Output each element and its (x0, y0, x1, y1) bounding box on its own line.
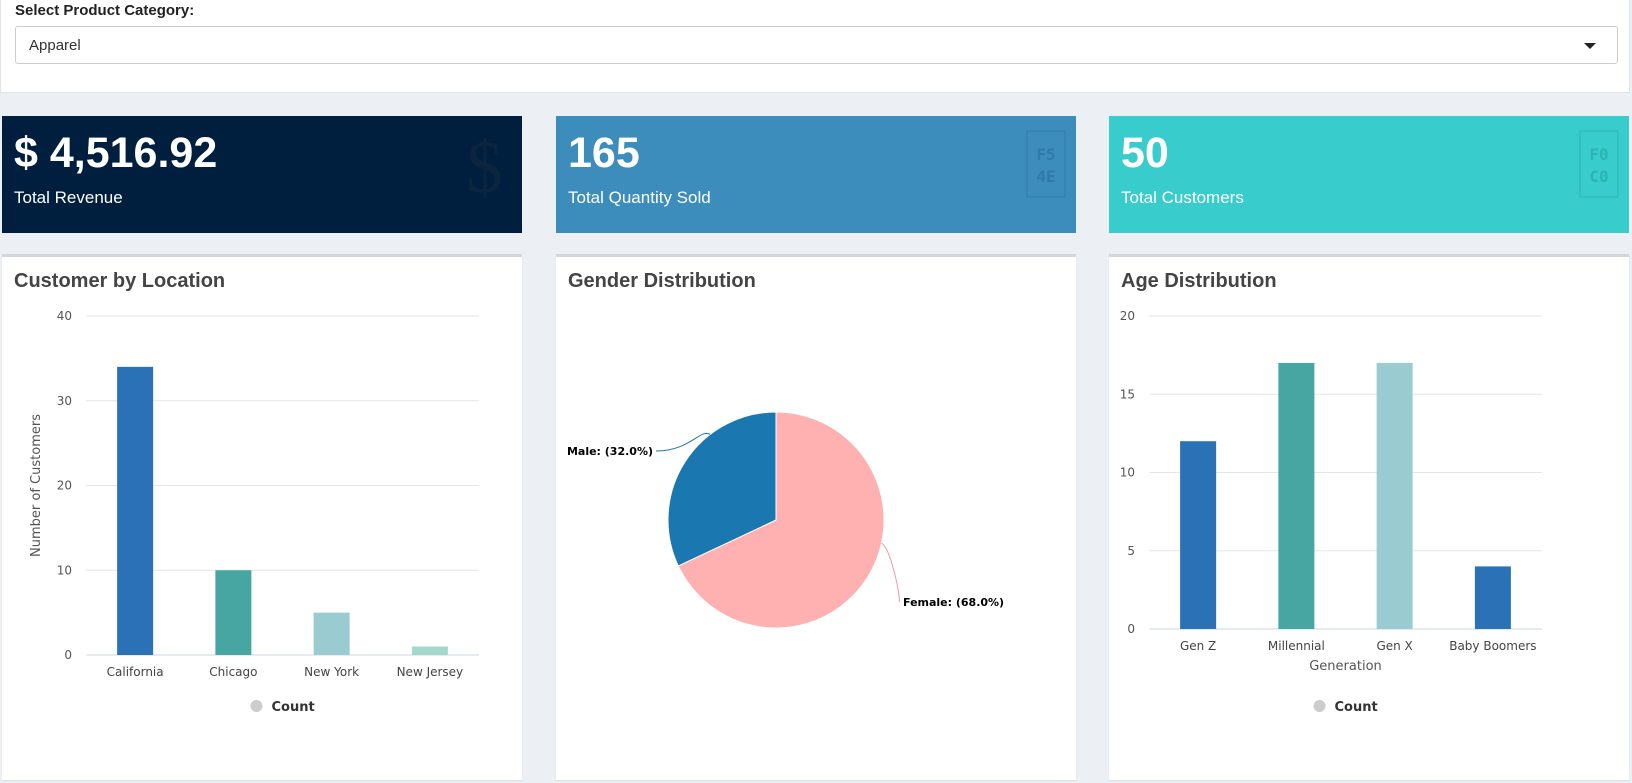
y-tick-label: 30 (57, 394, 72, 408)
x-tick-label: Gen Z (1180, 639, 1216, 653)
value-box-subtitle: Total Revenue (14, 188, 123, 207)
value-box-revenue: $ 4,516.92 Total Revenue $ (2, 116, 522, 233)
y-tick-label: 10 (57, 563, 72, 577)
code-glyph-icon: F0 C0 (1579, 130, 1619, 198)
y-axis-title: Number of Customers (29, 414, 44, 557)
x-tick-label: New York (304, 665, 359, 679)
value-box-value: 50 (1121, 129, 1169, 177)
x-tick-label: Gen X (1376, 639, 1412, 653)
value-box-subtitle: Total Quantity Sold (568, 188, 711, 207)
x-tick-label: New Jersey (397, 665, 464, 679)
x-tick-label: Chicago (209, 665, 257, 679)
y-tick-label: 20 (1120, 309, 1135, 323)
legend-marker (1313, 700, 1326, 712)
bar (215, 570, 252, 655)
x-tick-label: California (107, 665, 164, 679)
icon-glyph-text: F0 (1589, 145, 1608, 164)
legend-marker (250, 700, 263, 712)
pie-connector (881, 542, 900, 603)
icon-glyph-text: C0 (1589, 167, 1608, 186)
value-box-customers: 50 Total Customers F0 C0 (1109, 116, 1629, 233)
gender-pie-chart: Male: (32.0%) Female: (68.0%) (567, 411, 1004, 629)
y-tick-label: 15 (1120, 387, 1135, 401)
filter-label: Select Product Category: (15, 2, 195, 19)
value-box-subtitle: Total Customers (1121, 188, 1244, 207)
y-tick-label: 0 (1127, 622, 1135, 636)
bar (1278, 362, 1315, 629)
y-tick-label: 5 (1127, 544, 1135, 558)
bar (117, 366, 154, 655)
value-box-quantity: 165 Total Quantity Sold F5 4E (556, 116, 1076, 233)
icon-glyph-text: F5 (1036, 145, 1055, 164)
legend-label: Count (1335, 700, 1378, 715)
product-category-select[interactable]: Apparel (15, 26, 1618, 64)
chevron-down-icon (1584, 43, 1596, 49)
bar (411, 646, 448, 655)
bar (313, 612, 350, 655)
dollar-icon: $ (466, 130, 503, 206)
y-tick-label: 20 (57, 479, 72, 493)
icon-glyph-text: 4E (1036, 167, 1055, 186)
age-bar-chart: 0 5 10 15 20 Gen Z Millennial Gen X Baby Boomers… (1120, 309, 1542, 715)
x-tick-label: Millennial (1268, 639, 1325, 653)
value-box-value: 165 (568, 129, 640, 177)
pie-label: Male: (32.0%) (567, 445, 653, 458)
x-axis-title: Generation (1309, 659, 1382, 674)
pie-label: Female: (68.0%) (903, 596, 1004, 609)
bar (1376, 362, 1413, 629)
y-tick-label: 40 (57, 309, 72, 323)
location-bar-chart: 0 10 20 30 40 California Chicago New York New Je… (29, 309, 479, 715)
y-tick-label: 10 (1120, 466, 1135, 480)
value-box-value: $ 4,516.92 (14, 129, 218, 177)
y-tick-label: 0 (64, 648, 72, 662)
x-tick-label: Baby Boomers (1449, 639, 1536, 653)
filter-panel: Select Product Category: Apparel (0, 0, 1630, 93)
select-value: Apparel (29, 37, 81, 54)
bar (1180, 441, 1217, 629)
gender-chart-card: Gender Distribution Male: (32.0%) Female:… (556, 254, 1076, 780)
bar (1474, 566, 1511, 629)
age-chart-card: Age Distribution 0 5 10 15 20 Gen Z Millennial… (1109, 254, 1629, 780)
svg-text:$: $ (466, 130, 503, 206)
location-chart-card: Customer by Location 0 10 20 30 40 California… (2, 254, 522, 780)
code-glyph-icon: F5 4E (1026, 130, 1066, 198)
legend-label: Count (272, 700, 315, 715)
